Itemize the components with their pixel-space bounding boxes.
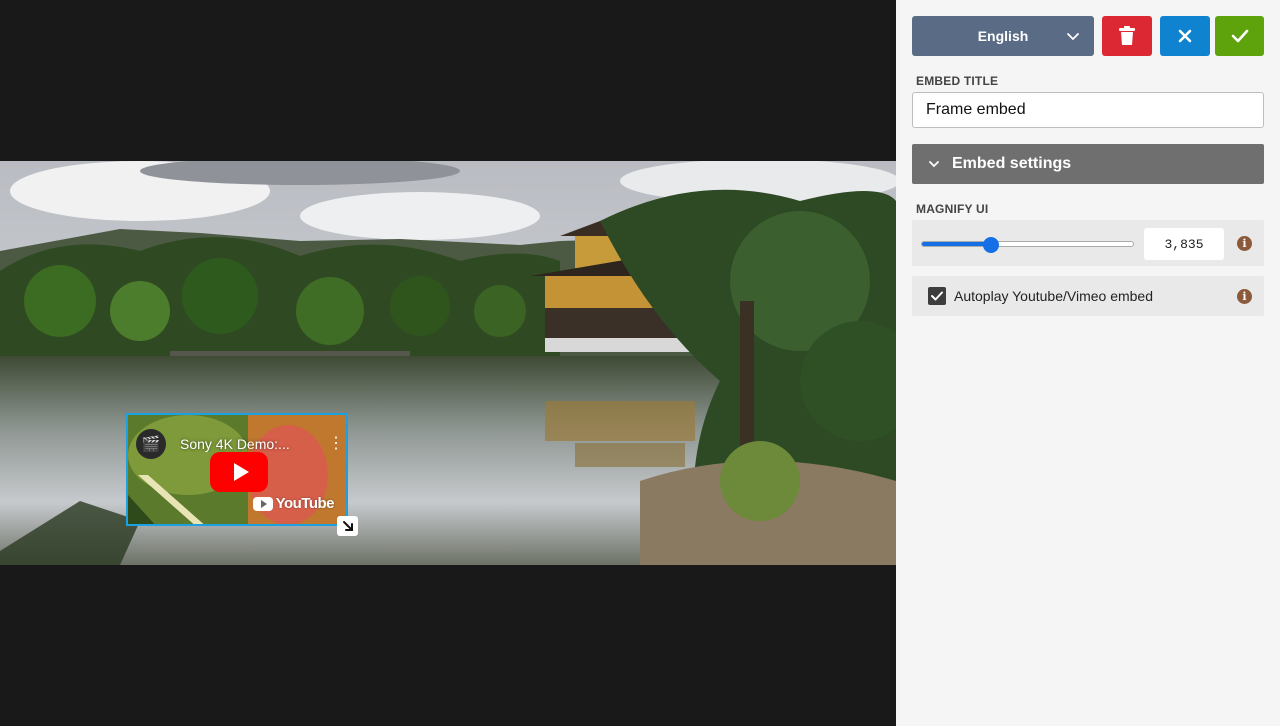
- magnify-ui-label: MAGNIFY UI: [916, 202, 989, 216]
- embed-settings-heading: Embed settings: [952, 155, 1072, 172]
- embed-title-label: EMBED TITLE: [916, 74, 999, 88]
- resize-arrow-icon: [342, 521, 353, 531]
- play-button[interactable]: [210, 452, 268, 492]
- video-embed-frame[interactable]: 🎬 Sony 4K Demo:... ⋮ YouTube: [126, 413, 348, 526]
- delete-button[interactable]: [1102, 16, 1152, 56]
- close-icon: [1178, 29, 1192, 43]
- autoplay-checkbox[interactable]: [928, 287, 946, 305]
- trash-icon: [1119, 26, 1135, 45]
- embed-settings-toggle[interactable]: Embed settings: [912, 144, 1264, 184]
- settings-panel: English EMBED TITLE Embed settings MAGNI…: [896, 0, 1280, 726]
- chevron-down-icon: [929, 161, 939, 168]
- language-value: English: [977, 28, 1029, 44]
- magnify-ui-row: i: [912, 220, 1264, 266]
- youtube-wordmark: YouTube: [275, 495, 335, 512]
- magnify-slider-fill: [922, 242, 992, 246]
- cancel-button[interactable]: [1160, 16, 1210, 56]
- play-icon: [233, 463, 249, 481]
- confirm-button[interactable]: [1215, 16, 1264, 56]
- chevron-down-icon: [1067, 33, 1079, 41]
- youtube-icon: [252, 496, 273, 511]
- check-icon: [1231, 29, 1248, 43]
- info-icon[interactable]: i: [1237, 289, 1252, 304]
- language-select[interactable]: English: [912, 16, 1094, 56]
- autoplay-label: Autoplay Youtube/Vimeo embed: [954, 288, 1154, 304]
- youtube-logo[interactable]: YouTube: [252, 495, 335, 512]
- info-icon[interactable]: i: [1237, 236, 1252, 251]
- channel-avatar[interactable]: 🎬: [136, 429, 166, 459]
- more-options-icon[interactable]: ⋮: [328, 436, 344, 452]
- autoplay-row: Autoplay Youtube/Vimeo embed i: [912, 276, 1264, 316]
- magnify-slider-track[interactable]: [921, 241, 1134, 247]
- magnify-slider-thumb[interactable]: [983, 237, 1000, 253]
- checkmark-icon: [931, 291, 943, 301]
- video-title[interactable]: Sony 4K Demo:...: [180, 436, 328, 452]
- magnify-value-input[interactable]: [1144, 228, 1224, 260]
- canvas-stage: 🎬 Sony 4K Demo:... ⋮ YouTube: [0, 0, 896, 726]
- embed-title-input[interactable]: [912, 92, 1264, 128]
- resize-handle[interactable]: [337, 516, 358, 536]
